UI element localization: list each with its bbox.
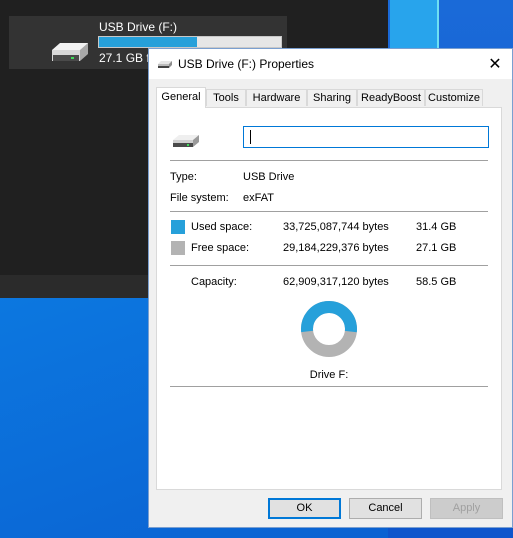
- tab-tools[interactable]: Tools: [206, 89, 246, 106]
- drive-usage-bar: [98, 36, 282, 48]
- desktop-light-edge: [437, 0, 439, 48]
- general-tab-panel: Type: USB Drive File system: exFAT Used …: [156, 107, 502, 490]
- explorer-status-strip: [0, 275, 148, 298]
- usage-donut-chart: [300, 300, 358, 361]
- capacity-gb: 58.5 GB: [416, 276, 457, 288]
- tab-hardware[interactable]: Hardware: [246, 89, 307, 106]
- close-icon: ✕: [488, 56, 502, 73]
- free-space-bytes: 29,184,229,376 bytes: [283, 242, 389, 254]
- drive-name-input[interactable]: [243, 126, 489, 148]
- cancel-button[interactable]: Cancel: [349, 498, 422, 519]
- drive-letter-label: Drive F:: [309, 369, 349, 381]
- tab-readyboost[interactable]: ReadyBoost: [357, 89, 425, 106]
- text-caret: [250, 130, 251, 144]
- file-system-value: exFAT: [243, 192, 274, 204]
- used-space-gb: 31.4 GB: [416, 221, 457, 233]
- file-system-label: File system:: [170, 192, 229, 204]
- capacity-bytes: 62,909,317,120 bytes: [283, 276, 389, 288]
- close-button[interactable]: ✕: [478, 49, 512, 79]
- tab-general[interactable]: General: [156, 87, 206, 108]
- used-space-swatch: [171, 220, 185, 234]
- free-space-gb: 27.1 GB: [416, 242, 457, 254]
- used-space-bytes: 33,725,087,744 bytes: [283, 221, 389, 233]
- ok-button[interactable]: OK: [268, 498, 341, 519]
- type-value: USB Drive: [243, 171, 295, 183]
- usb-drive-icon: [171, 134, 201, 151]
- separator: [170, 386, 488, 387]
- capacity-label: Capacity:: [191, 276, 237, 288]
- tab-customize[interactable]: Customize: [425, 89, 483, 106]
- tab-sharing[interactable]: Sharing: [307, 89, 357, 106]
- separator: [170, 160, 488, 161]
- drive-usage-bar-fill: [99, 37, 197, 47]
- usb-drive-icon: [48, 41, 92, 66]
- free-space-swatch: [171, 241, 185, 255]
- dialog-titlebar[interactable]: USB Drive (F:) Properties ✕: [149, 49, 512, 79]
- type-label: Type:: [170, 171, 197, 183]
- separator: [170, 265, 488, 266]
- dialog-title: USB Drive (F:) Properties: [178, 57, 315, 71]
- separator: [170, 211, 488, 212]
- drive-name: USB Drive (F:): [99, 20, 177, 34]
- properties-dialog: USB Drive (F:) Properties ✕ General Tool…: [148, 48, 513, 528]
- apply-button[interactable]: Apply: [430, 498, 503, 519]
- used-space-label: Used space:: [191, 221, 253, 233]
- desktop-light-panel: [390, 0, 438, 48]
- usb-drive-icon: [157, 60, 173, 72]
- free-space-label: Free space:: [191, 242, 250, 254]
